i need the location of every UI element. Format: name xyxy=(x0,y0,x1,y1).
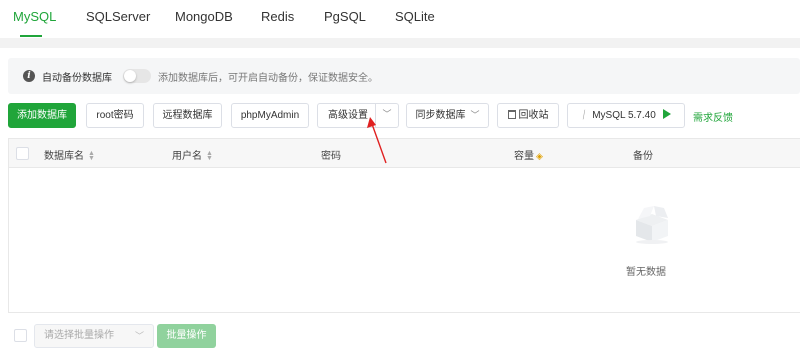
tab-mysql[interactable]: MySQL xyxy=(13,9,56,24)
eye-icon[interactable]: ◈ xyxy=(536,151,543,162)
batch-operation-button[interactable]: 批量操作 xyxy=(157,324,216,348)
mysql-version-label: MySQL 5.7.40 xyxy=(592,110,656,121)
info-icon: i xyxy=(23,70,35,82)
active-tab-indicator xyxy=(20,35,42,37)
advanced-settings-dropdown[interactable]: ﹀ xyxy=(376,103,398,128)
tab-pgsql[interactable]: PgSQL xyxy=(324,9,366,24)
mysql-version-button[interactable]: ⟋ MySQL 5.7.40 xyxy=(567,103,685,128)
recycle-bin-button[interactable]: 回收站 xyxy=(497,103,559,128)
empty-box-icon xyxy=(636,206,668,244)
select-all-checkbox[interactable] xyxy=(16,147,29,160)
play-icon xyxy=(662,109,671,119)
column-username[interactable]: 用户名 ▲ ▼ xyxy=(172,147,213,162)
advanced-settings-label: 高级设置 xyxy=(328,110,368,121)
chevron-down-icon: ﹀ xyxy=(382,109,392,119)
database-table: 数据库名 ▲ ▼ 用户名 ▲ ▼ 密码 容量 ◈ 备份 xyxy=(8,138,800,313)
batch-select-all-checkbox[interactable] xyxy=(14,329,27,342)
root-password-button[interactable]: root密码 xyxy=(86,103,144,128)
column-password: 密码 xyxy=(321,151,341,162)
phpmyadmin-button[interactable]: phpMyAdmin xyxy=(231,103,309,128)
tab-mongodb[interactable]: MongoDB xyxy=(175,9,233,24)
recycle-bin-label: 回收站 xyxy=(518,110,549,121)
feedback-link[interactable]: 需求反馈 xyxy=(693,109,733,124)
tab-sqlite[interactable]: SQLite xyxy=(395,9,435,24)
add-database-button[interactable]: 添加数据库 xyxy=(8,103,76,128)
auto-backup-hint: 添加数据库后，可开启自动备份，保证数据安全。 xyxy=(158,73,378,84)
table-header: 数据库名 ▲ ▼ 用户名 ▲ ▼ 密码 容量 ◈ 备份 xyxy=(9,139,800,168)
empty-state-text: 暂无数据 xyxy=(626,267,666,278)
database-type-tabs: MySQL SQLServer MongoDB Redis PgSQL SQLi… xyxy=(0,0,800,38)
chevron-down-icon: ﹀ xyxy=(134,331,144,341)
auto-backup-notice: i 自动备份数据库 添加数据库后，可开启自动备份，保证数据安全。 xyxy=(8,58,800,94)
sync-database-button[interactable]: 同步数据库 ﹀ xyxy=(406,103,489,128)
auto-backup-toggle[interactable] xyxy=(123,69,151,83)
chevron-down-icon: ﹀ xyxy=(470,110,480,120)
section-divider xyxy=(0,38,800,48)
mysql-leaf-icon: ⟋ xyxy=(578,108,591,123)
sort-icon: ▲ ▼ xyxy=(88,150,95,162)
sync-database-label: 同步数据库 xyxy=(415,110,466,121)
batch-operation-select[interactable]: 请选择批量操作 ﹀ xyxy=(34,324,154,348)
column-backup: 备份 xyxy=(633,151,653,162)
column-capacity: 容量 ◈ xyxy=(514,151,543,162)
remote-database-button[interactable]: 远程数据库 xyxy=(153,103,222,128)
batch-operation-placeholder: 请选择批量操作 xyxy=(44,330,114,341)
trash-icon xyxy=(507,110,516,119)
tab-sqlserver[interactable]: SQLServer xyxy=(86,9,150,24)
tab-redis[interactable]: Redis xyxy=(261,9,294,24)
column-database-name[interactable]: 数据库名 ▲ ▼ xyxy=(44,147,95,162)
sort-icon: ▲ ▼ xyxy=(206,150,213,162)
auto-backup-label: 自动备份数据库 xyxy=(42,73,112,84)
